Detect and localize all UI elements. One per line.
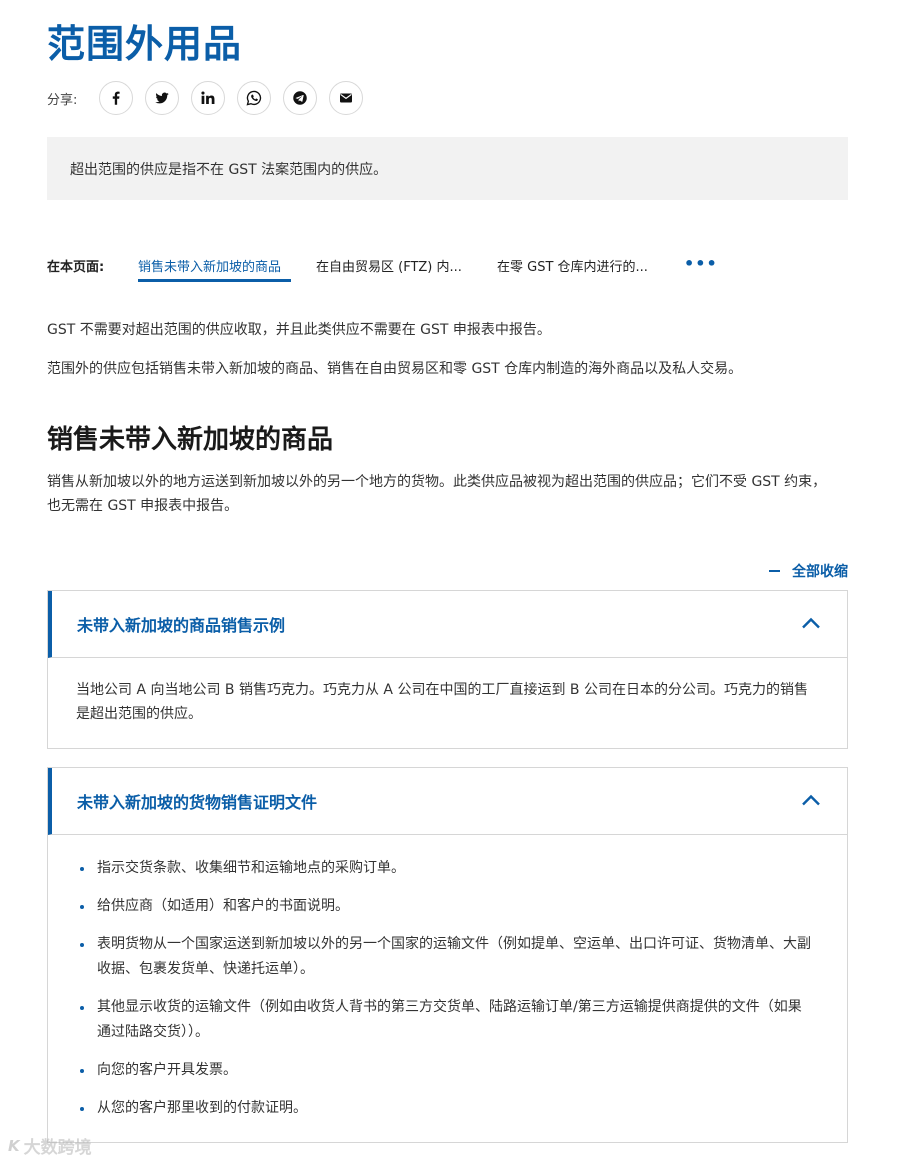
share-telegram-button[interactable]	[283, 81, 318, 115]
section-heading: 销售未带入新加坡的商品	[47, 425, 334, 455]
documents-list: 指示交货条款、收集细节和运输地点的采购订单。 给供应商（如适用）和客户的书面说明…	[76, 856, 815, 1121]
twitter-icon	[155, 92, 170, 104]
bullet-icon	[80, 1006, 84, 1010]
list-item: 向您的客户开具发票。	[76, 1058, 815, 1083]
on-this-page-nav: 在本页面: 销售未带入新加坡的商品 在自由贸易区 (FTZ) 内... 在零 G…	[47, 250, 848, 284]
bullet-icon	[80, 867, 84, 871]
bullet-icon	[80, 905, 84, 909]
list-item: 其他显示收货的运输文件（例如由收货人背书的第三方交货单、陆路运输订单/第三方运输…	[76, 995, 815, 1045]
accordion-example-header[interactable]: 未带入新加坡的商品销售示例	[48, 591, 847, 658]
page-title: 范围外用品	[47, 22, 243, 66]
watermark-text: 大数跨境	[23, 1138, 92, 1158]
active-link-underline	[138, 279, 291, 282]
intro-paragraph-1: GST 不需要对超出范围的供应收取，并且此类供应不需要在 GST 申报表中报告。	[47, 322, 551, 338]
accordion-example-text: 当地公司 A 向当地公司 B 销售巧克力。巧克力从 A 公司在中国的工厂直接运到…	[76, 682, 808, 722]
bullet-icon	[80, 1107, 84, 1111]
bullet-icon	[80, 1069, 84, 1073]
share-facebook-button[interactable]	[99, 81, 134, 115]
watermark-logo: K	[8, 1136, 20, 1155]
accordion-documents-header[interactable]: 未带入新加坡的货物销售证明文件	[48, 768, 847, 835]
share-bar: 分享:	[47, 81, 375, 115]
email-icon	[340, 93, 353, 103]
share-whatsapp-button[interactable]	[237, 81, 272, 115]
chevron-up-icon	[802, 794, 820, 806]
section-body: 销售从新加坡以外的地方运送到新加坡以外的另一个地方的货物。此类供应品被视为超出范…	[47, 474, 827, 514]
accordion-documents: 未带入新加坡的货物销售证明文件 指示交货条款、收集细节和运输地点的采购订单。 给…	[47, 767, 848, 1143]
whatsapp-icon	[246, 90, 262, 106]
share-twitter-button[interactable]	[145, 81, 180, 115]
telegram-icon	[293, 91, 308, 105]
list-item: 给供应商（如适用）和客户的书面说明。	[76, 894, 815, 919]
intro-paragraph-2: 范围外的供应包括销售未带入新加坡的商品、销售在自由贸易区和零 GST 仓库内制造…	[47, 361, 743, 377]
accordion-documents-title: 未带入新加坡的货物销售证明文件	[77, 793, 318, 812]
share-label: 分享:	[47, 92, 78, 108]
accordion-example-title: 未带入新加坡的商品销售示例	[77, 616, 286, 635]
bullet-icon	[80, 943, 84, 947]
chevron-up-icon	[802, 617, 820, 629]
collapse-all-button[interactable]: 全部收缩	[769, 561, 848, 581]
more-links-icon[interactable]: •••	[684, 254, 718, 273]
list-item: 指示交货条款、收集细节和运输地点的采购订单。	[76, 856, 815, 881]
list-item: 表明货物从一个国家运送到新加坡以外的另一个国家的运输文件（例如提单、空运单、出口…	[76, 932, 815, 982]
on-this-page-link-3[interactable]: 在零 GST 仓库内进行的...	[497, 256, 648, 275]
facebook-icon	[113, 91, 120, 105]
list-item: 从您的客户那里收到的付款证明。	[76, 1096, 815, 1121]
linkedin-icon	[201, 91, 215, 104]
minus-icon	[769, 570, 780, 572]
accordion-example-body: 当地公司 A 向当地公司 B 销售巧克力。巧克力从 A 公司在中国的工厂直接运到…	[48, 658, 847, 726]
on-this-page-link-1[interactable]: 销售未带入新加坡的商品	[138, 256, 281, 275]
accordion-example: 未带入新加坡的商品销售示例 当地公司 A 向当地公司 B 销售巧克力。巧克力从 …	[47, 590, 848, 749]
definition-callout: 超出范围的供应是指不在 GST 法案范围内的供应。	[47, 137, 848, 200]
share-email-button[interactable]	[329, 81, 364, 115]
accordion-documents-body: 指示交货条款、收集细节和运输地点的采购订单。 给供应商（如适用）和客户的书面说明…	[48, 835, 847, 1121]
watermark: K 大数跨境	[8, 1133, 92, 1159]
on-this-page-link-2[interactable]: 在自由贸易区 (FTZ) 内...	[316, 256, 462, 275]
on-this-page-label: 在本页面:	[47, 260, 105, 275]
callout-text: 超出范围的供应是指不在 GST 法案范围内的供应。	[70, 161, 388, 178]
share-linkedin-button[interactable]	[191, 81, 226, 115]
collapse-all-label: 全部收缩	[792, 564, 848, 580]
